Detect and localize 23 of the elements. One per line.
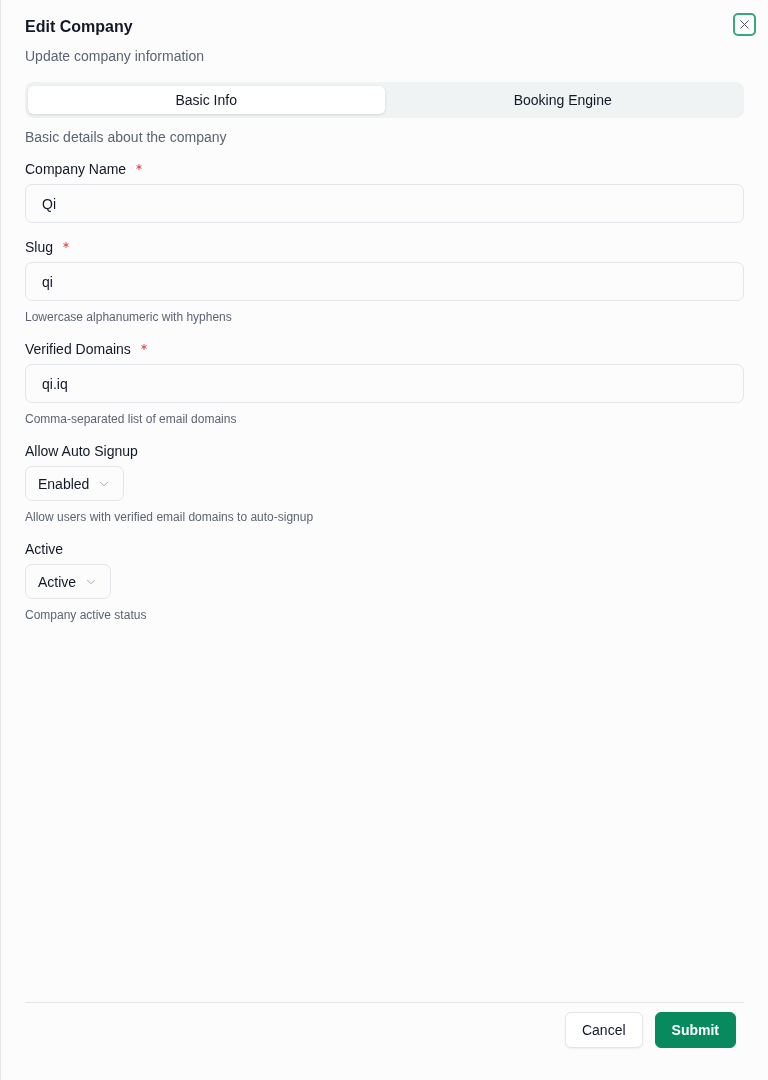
dialog-subtitle: Update company information [25,47,205,65]
cancel-button[interactable]: Cancel [564,1012,643,1048]
submit-button[interactable]: Submit [654,1012,736,1048]
field-label: Verified Domains [25,341,131,358]
tab[interactable]: Basic Info [28,86,385,114]
dialog-title: Edit Company [25,17,134,37]
field-label: Active [25,541,64,558]
help-text: Lowercase alphanumeric with hyphens [25,310,233,325]
field-label: Allow Auto Signup [25,443,138,460]
close-button[interactable] [733,13,756,36]
select-dropdown[interactable]: Enabled [25,466,125,501]
help-text: Company active status [25,608,148,623]
field-label: Company Name [25,161,127,178]
text-input[interactable]: qi.iq [25,364,744,403]
help-text: Comma-separated list of email domains [25,412,238,427]
help-text: Allow users with verified email domains to auto-signup [25,510,315,525]
field-label: Slug [25,239,54,256]
tab[interactable]: Booking Engine [384,86,741,114]
close-icon [737,17,752,32]
select-dropdown[interactable]: Active [25,564,112,599]
text-input[interactable]: qi [25,262,744,301]
section-description: Basic details about the company [25,128,228,146]
text-input[interactable]: Qi [25,184,744,223]
